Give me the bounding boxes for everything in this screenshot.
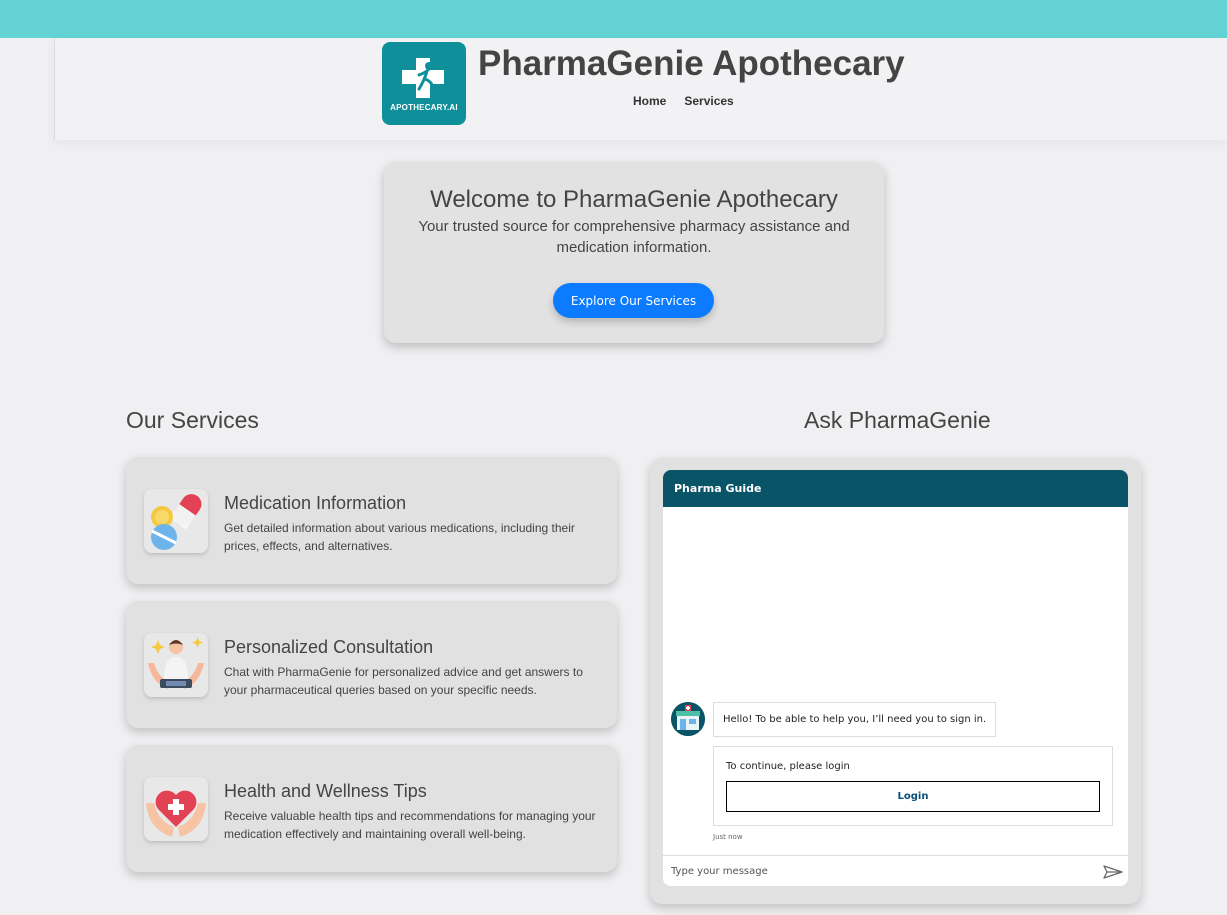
login-card: To continue, please login Login bbox=[713, 746, 1113, 826]
service-title: Health and Wellness Tips bbox=[224, 781, 427, 801]
medical-cross-person-icon bbox=[402, 58, 444, 98]
service-card-wellness[interactable]: Health and Wellness Tips Receive valuabl… bbox=[126, 745, 617, 872]
top-bar bbox=[0, 0, 1227, 38]
welcome-card: Welcome to PharmaGenie Apothecary Your t… bbox=[384, 162, 884, 343]
service-title: Medication Information bbox=[224, 493, 407, 513]
welcome-subtitle: Your trusted source for comprehensive ph… bbox=[418, 218, 850, 256]
services-heading: Our Services bbox=[126, 407, 259, 433]
heart-hands-icon bbox=[144, 777, 208, 841]
bot-avatar-icon bbox=[671, 702, 705, 736]
login-button[interactable]: Login bbox=[726, 781, 1100, 812]
bot-greeting-message: Hello! To be able to help you, I’ll need… bbox=[713, 702, 997, 737]
chat-message-input[interactable] bbox=[663, 856, 1088, 886]
message-timestamp: Just now bbox=[713, 833, 743, 841]
service-description: Receive valuable health tips and recomme… bbox=[224, 809, 596, 841]
chat-input-bar bbox=[663, 855, 1128, 886]
chat-window: Pharma Guide Hello! To be able to help y… bbox=[663, 470, 1128, 886]
service-description: Chat with PharmaGenie for personalized a… bbox=[224, 665, 583, 697]
welcome-title: Welcome to PharmaGenie Apothecary bbox=[430, 186, 838, 213]
explore-services-button[interactable]: Explore Our Services bbox=[553, 283, 714, 318]
service-title: Personalized Consultation bbox=[224, 637, 434, 657]
chat-header: Pharma Guide bbox=[663, 470, 1128, 507]
nav-services-link[interactable]: Services bbox=[684, 94, 733, 108]
site-logo[interactable]: APOTHECARY.AI bbox=[382, 42, 466, 125]
nav-home-link[interactable]: Home bbox=[633, 94, 666, 108]
service-description: Get detailed information about various m… bbox=[224, 521, 575, 553]
service-card-consultation[interactable]: Personalized Consultation Chat with Phar… bbox=[126, 601, 617, 728]
logo-text: APOTHECARY.AI bbox=[390, 103, 458, 112]
site-title: PharmaGenie Apothecary bbox=[478, 44, 905, 83]
pills-icon bbox=[144, 489, 208, 553]
chat-container: Pharma Guide Hello! To be able to help y… bbox=[650, 458, 1141, 904]
main-nav: Home Services bbox=[633, 94, 734, 108]
send-icon[interactable] bbox=[1103, 865, 1123, 879]
chat-heading: Ask PharmaGenie bbox=[804, 407, 991, 433]
pharmacist-icon bbox=[144, 633, 208, 697]
login-prompt: To continue, please login bbox=[726, 761, 850, 772]
service-card-medication[interactable]: Medication Information Get detailed info… bbox=[126, 457, 617, 584]
